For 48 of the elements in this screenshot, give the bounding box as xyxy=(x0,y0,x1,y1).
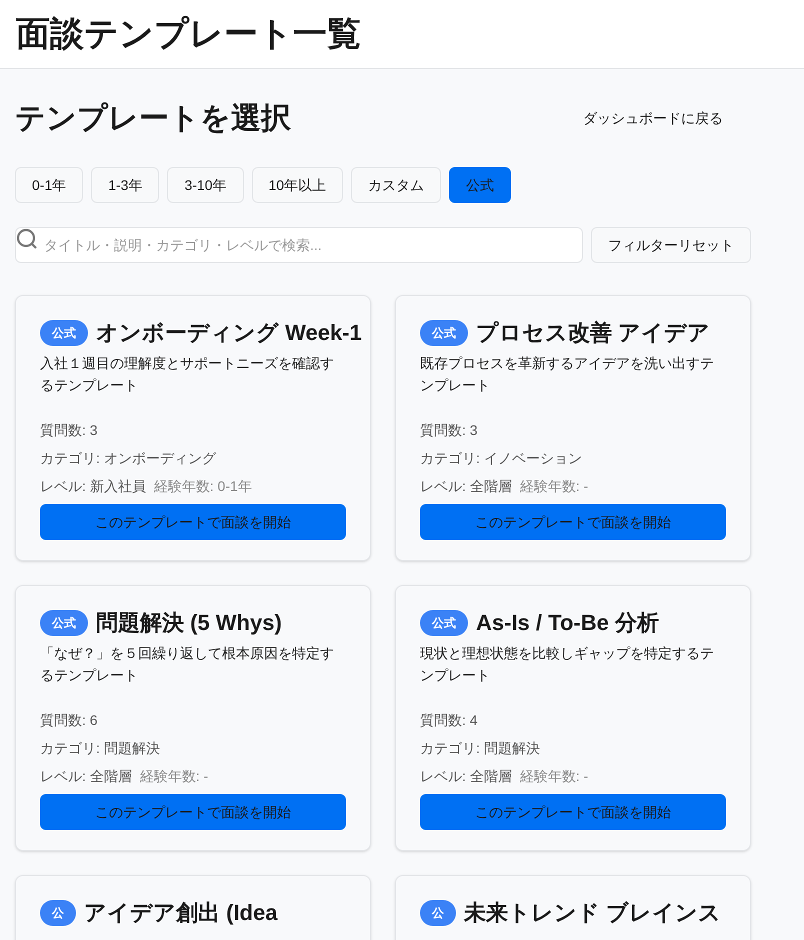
filter-chip[interactable]: 10年以上 xyxy=(252,167,344,203)
experience-text: 経験年数: - xyxy=(520,767,588,786)
template-title: プロセス改善 アイデア xyxy=(476,321,710,345)
back-to-dashboard-button[interactable]: ダッシュボードに戻る xyxy=(571,100,735,136)
filter-chip[interactable]: 3-10年 xyxy=(167,167,244,203)
filter-reset-button[interactable]: フィルターリセット xyxy=(591,227,751,263)
section-title: テンプレートを選択 xyxy=(15,100,291,136)
filter-chip[interactable]: 1-3年 xyxy=(91,167,160,203)
filter-chip[interactable]: 0-1年 xyxy=(15,167,84,203)
question-count: 質問数: 3 xyxy=(420,421,479,440)
official-badge: 公 xyxy=(420,900,456,926)
template-description: 既存プロセスを革新するアイデアを洗い出すテンプレート xyxy=(420,354,715,395)
official-badge: 公式 xyxy=(420,320,468,346)
start-interview-button[interactable]: このテンプレートで面談を開始 xyxy=(420,794,726,830)
start-interview-button[interactable]: このテンプレートで面談を開始 xyxy=(40,504,346,540)
experience-text: 経験年数: - xyxy=(140,767,208,786)
template-title: 問題解決 (5 Whys) xyxy=(96,611,282,635)
question-count: 質問数: 3 xyxy=(40,421,99,440)
start-interview-button[interactable]: このテンプレートで面談を開始 xyxy=(40,794,346,830)
template-title: As-Is / To-Be 分析 xyxy=(476,611,659,635)
official-badge: 公式 xyxy=(40,610,88,636)
level-text: レベル: 全階層 xyxy=(420,767,512,786)
level-text: レベル: 全階層 xyxy=(420,477,512,496)
search-field[interactable]: タイトル・説明・カテゴリ・レベルで検索... xyxy=(15,227,583,263)
category-text: カテゴリ: 問題解決 xyxy=(420,739,541,758)
official-badge: 公式 xyxy=(40,320,88,346)
filter-chip[interactable]: カスタム xyxy=(351,167,442,203)
level-text: レベル: 新入社員 xyxy=(40,477,146,496)
template-title: アイデア創出 (Idea xyxy=(84,901,278,925)
category-text: カテゴリ: 問題解決 xyxy=(40,739,161,758)
start-interview-button[interactable]: このテンプレートで面談を開始 xyxy=(420,504,726,540)
filter-chip[interactable]: 公式 xyxy=(449,167,512,203)
template-description: 入社１週目の理解度とサポートニーズを確認するテンプレート xyxy=(40,354,335,395)
search-icon xyxy=(16,228,38,250)
template-description: 「なぜ？」を５回繰り返して根本原因を特定するテンプレート xyxy=(40,644,335,685)
template-title: 未来トレンド ブレインス xyxy=(464,901,722,925)
experience-text: 経験年数: 0-1年 xyxy=(154,477,252,496)
category-text: カテゴリ: イノベーション xyxy=(420,449,583,468)
question-count: 質問数: 4 xyxy=(420,711,479,730)
level-text: レベル: 全階層 xyxy=(40,767,132,786)
template-title: オンボーディング Week-1 xyxy=(96,321,362,345)
official-badge: 公 xyxy=(40,900,76,926)
official-badge: 公式 xyxy=(420,610,468,636)
template-description: 現状と理想状態を比較しギャップを特定するテンプレート xyxy=(420,644,715,685)
question-count: 質問数: 6 xyxy=(40,711,99,730)
experience-text: 経験年数: - xyxy=(520,477,588,496)
page-header-title: 面談テンプレート一覧 xyxy=(16,14,361,54)
category-text: カテゴリ: オンボーディング xyxy=(40,449,218,468)
